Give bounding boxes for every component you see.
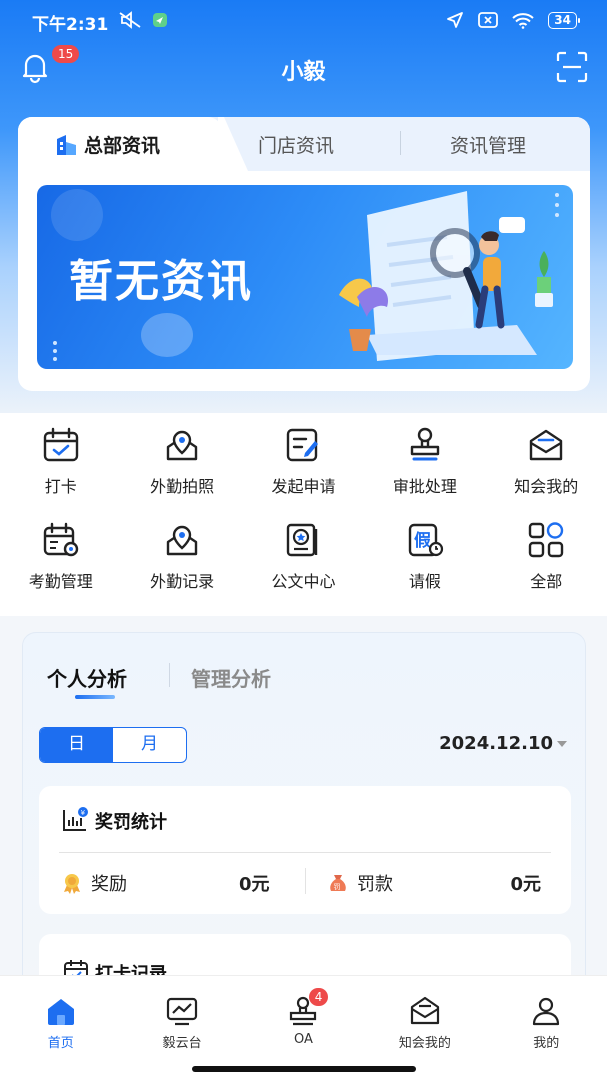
- tab-divider: [169, 663, 170, 687]
- medal-icon: [64, 874, 80, 894]
- quick-action-label: 请假: [408, 572, 441, 591]
- quick-action-label: 公文中心: [271, 572, 336, 591]
- date-value: 2024.12.10: [439, 733, 553, 754]
- tab-label: 首页: [47, 1036, 74, 1051]
- calendar-gear-icon: [43, 522, 78, 557]
- app-notification-icon: [153, 13, 167, 27]
- period-day-button[interactable]: 日: [40, 728, 113, 762]
- bottom-tab-bar: 首页 毅云台 4 OA 知会我的 我的: [0, 975, 607, 1080]
- building-icon: [57, 134, 76, 155]
- quick-action-label: 考勤管理: [28, 572, 93, 591]
- tab-oa[interactable]: 4 OA: [243, 976, 364, 1080]
- no-sim-icon: [478, 12, 499, 28]
- quick-action-label: 知会我的: [514, 477, 579, 496]
- quick-action-leave[interactable]: 假 请假: [364, 508, 485, 603]
- tab-divider: [400, 131, 401, 155]
- scan-icon[interactable]: [555, 50, 589, 84]
- tab-label: 我的: [533, 1036, 560, 1051]
- divider: [305, 868, 306, 894]
- reward-label: 奖励: [91, 874, 127, 895]
- svg-text:假: 假: [414, 530, 431, 551]
- oa-badge: 4: [308, 988, 329, 1006]
- divider: [59, 852, 551, 853]
- status-time: 下午2:31: [32, 15, 109, 35]
- quick-action-approval[interactable]: 审批处理: [364, 413, 485, 508]
- tab-yiyuntai[interactable]: 毅云台: [121, 976, 242, 1080]
- quick-action-punch[interactable]: 打卡: [0, 413, 121, 508]
- quick-action-label: 外勤拍照: [150, 477, 215, 496]
- news-card: 总部资讯 门店资讯 资讯管理 暂无资讯: [18, 117, 590, 391]
- grid-all-icon: [529, 522, 564, 558]
- location-photo-icon: [166, 430, 198, 461]
- status-bar: 下午2:31 34: [0, 0, 607, 44]
- home-icon: [47, 999, 74, 1025]
- news-tabs: 总部资讯 门店资讯 资讯管理: [18, 117, 590, 171]
- quick-actions: 打卡 外勤拍照 发起申请 审批处理 知会我的 考勤管理 外勤记录 公文中心 假 …: [0, 413, 607, 616]
- page-title: 小毅: [281, 60, 326, 85]
- period-month-button[interactable]: 月: [113, 728, 186, 762]
- tab-label: 毅云台: [162, 1036, 202, 1051]
- quick-action-new-request[interactable]: 发起申请: [243, 413, 364, 508]
- leave-icon: 假: [408, 523, 443, 557]
- location-record-icon: [166, 525, 198, 556]
- reward-row: 奖励: [61, 870, 127, 896]
- quick-action-label: 打卡: [44, 477, 77, 496]
- quick-action-label: 发起申请: [271, 477, 336, 496]
- document-star-icon: [287, 523, 318, 557]
- location-arrow-icon: [447, 12, 464, 28]
- fine-row: 罚 罚款: [327, 870, 393, 896]
- quick-action-label: 审批处理: [392, 477, 457, 496]
- tab-notify-me[interactable]: 知会我的: [364, 976, 485, 1080]
- money-bag-icon: 罚: [330, 875, 346, 891]
- user-icon: [533, 997, 560, 1026]
- quick-action-documents[interactable]: 公文中心: [243, 508, 364, 603]
- reward-fine-title: 奖罚统计: [95, 812, 167, 833]
- caret-down-icon: [557, 740, 567, 747]
- tab-mine[interactable]: 我的: [486, 976, 607, 1080]
- news-banner: 暂无资讯: [37, 185, 573, 369]
- quick-action-field-records[interactable]: 外勤记录: [121, 508, 242, 603]
- tab-management-analysis[interactable]: 管理分析: [191, 663, 271, 692]
- tab-label: 知会我的: [398, 1036, 451, 1051]
- quick-action-field-photo[interactable]: 外勤拍照: [121, 413, 242, 508]
- mail-open-icon: [410, 996, 439, 1025]
- tab-headquarters-news[interactable]: 总部资讯: [54, 131, 160, 158]
- top-nav: 15 小毅: [0, 44, 607, 90]
- fine-value: 0元: [510, 874, 541, 895]
- quick-action-label: 外勤记录: [150, 572, 215, 591]
- svg-text:¥: ¥: [81, 809, 86, 817]
- wifi-icon: [512, 12, 534, 29]
- date-picker[interactable]: 2024.12.10: [439, 733, 567, 754]
- tab-personal-analysis[interactable]: 个人分析: [47, 663, 127, 692]
- tab-label: OA: [294, 1032, 313, 1047]
- period-toggle: 日 月: [39, 727, 187, 763]
- reward-value: 0元: [239, 874, 270, 895]
- quick-action-label: 全部: [530, 572, 563, 591]
- mute-icon: [119, 11, 141, 29]
- edit-form-icon: [287, 428, 319, 462]
- tab-news-management[interactable]: 资讯管理: [450, 131, 526, 158]
- chart-monitor-icon: [166, 997, 198, 1026]
- svg-text:罚: 罚: [334, 883, 341, 891]
- bar-chart-icon: ¥: [63, 807, 88, 831]
- home-indicator[interactable]: [192, 1066, 416, 1072]
- analysis-panel: 个人分析 管理分析 日 月 2024.12.10 ¥ 奖罚统计 奖励 0元 罚 …: [22, 632, 586, 1014]
- calendar-check-icon: [43, 427, 78, 462]
- reward-fine-card[interactable]: ¥ 奖罚统计 奖励 0元 罚 罚款 0元: [39, 786, 571, 914]
- empty-news-text: 暂无资讯: [69, 256, 253, 307]
- battery-indicator: 34: [548, 11, 580, 29]
- quick-action-all[interactable]: 全部: [486, 508, 607, 603]
- stamp-icon: [410, 427, 440, 461]
- quick-action-attendance[interactable]: 考勤管理: [0, 508, 121, 603]
- tab-store-news[interactable]: 门店资讯: [258, 131, 334, 158]
- quick-action-notify-me[interactable]: 知会我的: [486, 413, 607, 508]
- fine-label: 罚款: [357, 874, 393, 895]
- tab-home[interactable]: 首页: [0, 976, 121, 1080]
- active-tab-indicator: [75, 695, 115, 699]
- mail-open-icon: [530, 429, 563, 461]
